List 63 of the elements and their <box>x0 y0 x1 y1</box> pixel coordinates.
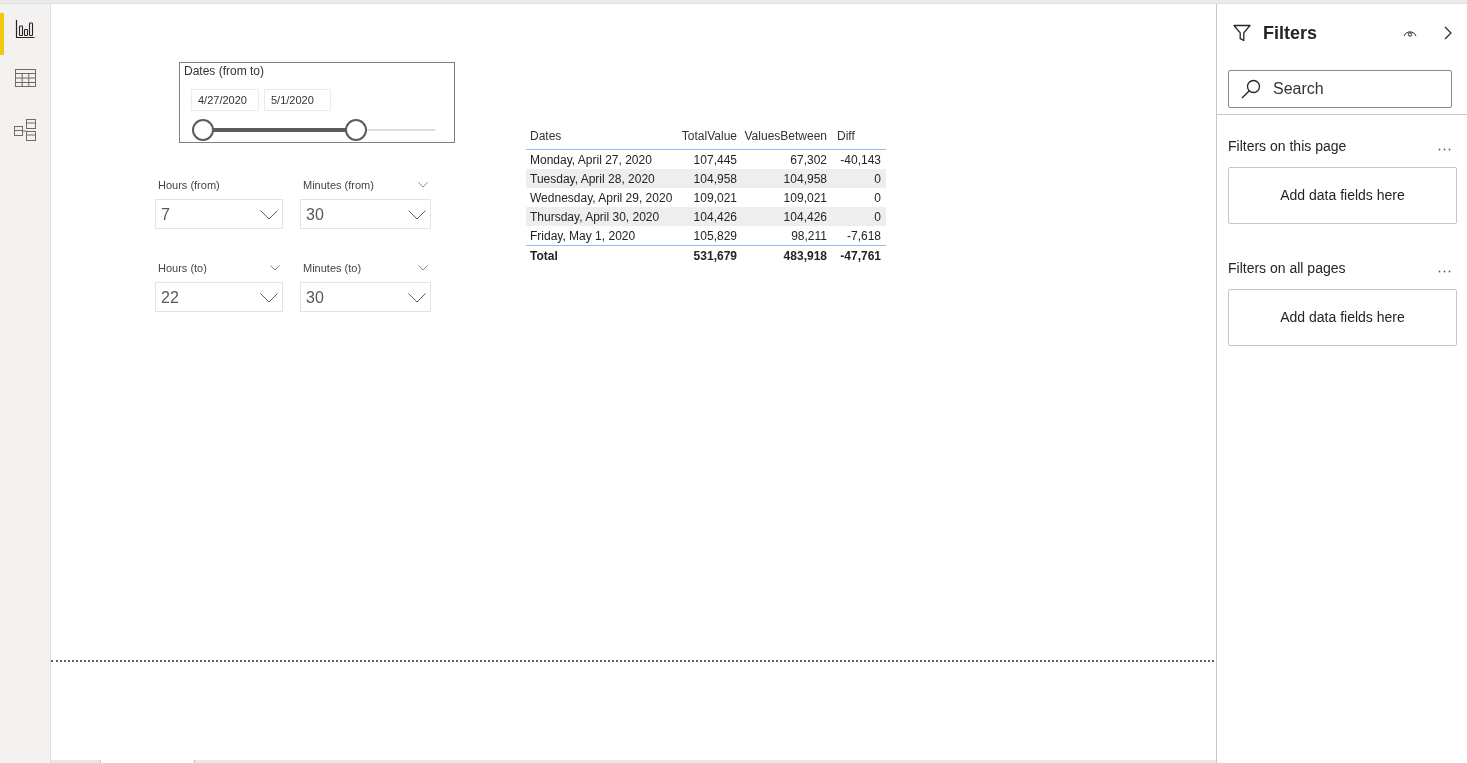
search-field[interactable]: Search <box>1228 70 1452 108</box>
table-cell-text: 109,021 <box>692 189 738 207</box>
column-header: TotalValue <box>680 128 738 145</box>
slider-thumb[interactable] <box>345 119 368 141</box>
dropdown-field[interactable]: 7 <box>155 199 283 229</box>
dropdown-field[interactable]: 30 <box>300 282 431 312</box>
table-cell-text: 109,021 <box>782 189 828 207</box>
chevron-down-icon[interactable] <box>418 182 428 188</box>
slicer-label: Hours (to) <box>158 261 207 275</box>
drop-zone: Add data fields here <box>1228 167 1457 224</box>
more-icon[interactable] <box>1438 269 1451 273</box>
table-cell-text: 104,958 <box>692 170 738 188</box>
table-cell-text: Thursday, April 30, 2020 <box>529 208 661 226</box>
table-cell-text: 104,426 <box>782 208 828 226</box>
table-cell-text: Friday, May 1, 2020 <box>529 227 637 245</box>
chevron-down-icon[interactable] <box>270 265 280 271</box>
table-cell-text: 0 <box>873 170 882 188</box>
total-cell-text: 531,679 <box>692 247 738 265</box>
column-header: ValuesBetween <box>743 128 828 145</box>
table-cell-text: Wednesday, April 29, 2020 <box>529 189 674 207</box>
slicer-label: Hours (from) <box>158 178 220 192</box>
dropdown-field[interactable]: 22 <box>155 282 283 312</box>
column-header: Diff <box>836 128 856 145</box>
table-cell-text: 0 <box>873 189 882 207</box>
drop-zone: Add data fields here <box>1228 289 1457 346</box>
chevron-down-icon[interactable] <box>418 265 428 271</box>
table-cell-text: 104,958 <box>782 170 828 188</box>
chevron-down-icon <box>408 293 426 303</box>
section-title: Filters on this page <box>1228 136 1347 156</box>
table-cell-text: -40,143 <box>839 151 882 169</box>
table-cell-text: -7,618 <box>845 227 882 245</box>
table-cell-text: 67,302 <box>789 151 828 169</box>
eye-icon[interactable] <box>1403 29 1417 37</box>
chevron-right-icon[interactable] <box>1444 26 1452 40</box>
slider-thumb[interactable] <box>192 119 214 141</box>
search-icon <box>1241 79 1261 99</box>
table-cell-text: 104,426 <box>692 208 738 226</box>
table-cell-text: Tuesday, April 28, 2020 <box>529 170 656 188</box>
filter-icon <box>1233 24 1251 42</box>
date-input[interactable]: 4/27/2020 <box>191 89 259 111</box>
slicer-title: Dates (from to) <box>183 63 264 79</box>
total-cell-text: 483,918 <box>782 247 828 265</box>
section-title: Filters on all pages <box>1228 258 1346 278</box>
table-cell-text: 105,829 <box>692 227 738 245</box>
table-cell-text: 0 <box>873 208 882 226</box>
bar-chart-icon <box>15 19 35 39</box>
total-cell-text: Total <box>529 247 559 265</box>
more-icon[interactable] <box>1438 147 1451 151</box>
chevron-down-icon <box>260 293 278 303</box>
pane-title: Filters <box>1263 21 1318 45</box>
dropdown-field[interactable]: 30 <box>300 199 431 229</box>
grid-icon <box>14 69 36 87</box>
table-cell-text: 107,445 <box>692 151 738 169</box>
total-cell-text: -47,761 <box>839 247 882 265</box>
slicer-label: Minutes (from) <box>303 178 374 192</box>
chevron-down-icon <box>260 210 278 220</box>
chevron-down-icon <box>408 210 426 220</box>
column-header: Dates <box>529 128 563 145</box>
date-input[interactable]: 5/1/2020 <box>264 89 331 111</box>
table-cell-text: Monday, April 27, 2020 <box>529 151 653 169</box>
table-cell-text: 98,211 <box>790 227 828 245</box>
diagram-icon <box>14 119 36 141</box>
slicer-label: Minutes (to) <box>303 261 362 275</box>
